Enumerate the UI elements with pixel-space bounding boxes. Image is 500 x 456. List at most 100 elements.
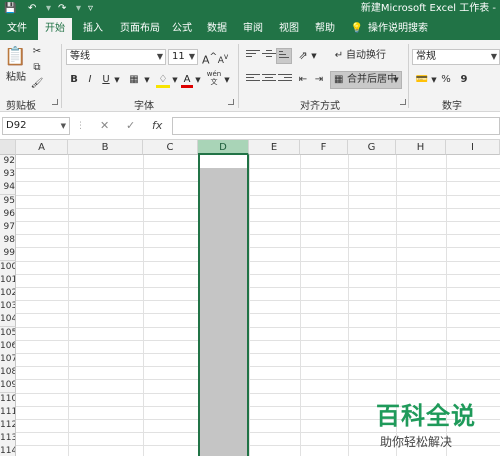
align-middle-icon[interactable] (262, 50, 276, 62)
increase-indent-icon[interactable]: ⇥ (312, 72, 326, 88)
selected-column-d[interactable] (198, 155, 249, 456)
row-header[interactable]: 95 (0, 194, 16, 209)
row-header[interactable]: 109 (0, 379, 16, 394)
chevron-down-icon[interactable]: ▼ (392, 72, 400, 88)
row-header[interactable]: 112 (0, 419, 16, 433)
save-icon[interactable]: 💾 (4, 2, 16, 16)
italic-button[interactable]: I (84, 72, 96, 88)
percent-style-button[interactable]: % (440, 72, 452, 88)
align-right-icon[interactable] (278, 74, 292, 86)
column-header-e[interactable]: E (249, 140, 300, 155)
column-header-g[interactable]: G (348, 140, 396, 155)
accounting-format-icon[interactable]: 💳 (414, 72, 430, 88)
alignment-dialog-launcher[interactable] (400, 99, 406, 105)
row-header[interactable]: 97 (0, 221, 16, 235)
cancel-icon[interactable]: ✕ (100, 117, 109, 135)
chevron-down-icon[interactable]: ▼ (310, 48, 318, 64)
fill-color-icon[interactable]: ♢ (156, 72, 170, 88)
redo-icon[interactable]: ↷ (58, 2, 66, 16)
wrap-text-icon[interactable]: ↵ (332, 48, 346, 64)
tab-file[interactable]: 文件 (0, 18, 34, 40)
grow-font-button[interactable]: A^ (202, 49, 217, 67)
row-header[interactable]: 103 (0, 300, 16, 315)
row-header[interactable]: 98 (0, 234, 16, 249)
row-header[interactable]: 107 (0, 353, 16, 367)
orientation-icon[interactable]: ⇗ (296, 48, 310, 64)
confirm-icon[interactable]: ✓ (126, 117, 135, 135)
row-header[interactable]: 105 (0, 326, 16, 341)
align-center-icon[interactable] (262, 74, 276, 86)
insert-function-icon[interactable]: fx (152, 117, 162, 135)
shrink-font-button[interactable]: Av (217, 49, 229, 66)
row-header[interactable]: 114 (0, 445, 16, 456)
align-bottom-icon[interactable] (276, 48, 292, 64)
tab-insert[interactable]: 插入 (76, 18, 110, 40)
tab-home[interactable]: 开始 (38, 18, 72, 40)
tab-data[interactable]: 数据 (202, 18, 232, 40)
column-header-a[interactable]: A (16, 140, 68, 155)
font-dialog-launcher[interactable] (228, 99, 234, 105)
row-header[interactable]: 92 (0, 155, 16, 169)
font-name-select[interactable]: 等线 ▼ (66, 49, 166, 65)
tab-page-layout[interactable]: 页面布局 (114, 18, 166, 40)
decrease-indent-icon[interactable]: ⇤ (296, 72, 310, 88)
chevron-down-icon[interactable]: ▼ (430, 72, 438, 88)
column-header-c[interactable]: C (143, 140, 198, 155)
wrap-text-button[interactable]: 自动换行 (346, 48, 386, 64)
comma-style-button[interactable]: 9 (458, 72, 470, 88)
format-painter-icon[interactable]: 🖌 (30, 76, 44, 92)
column-header-h[interactable]: H (396, 140, 446, 155)
row-header[interactable]: 113 (0, 432, 16, 447)
paste-icon[interactable]: 📋 (4, 44, 26, 70)
active-cell-d92[interactable] (200, 155, 247, 168)
row-header[interactable]: 102 (0, 287, 16, 301)
copy-icon[interactable]: ⧉ (30, 60, 44, 76)
number-format-select[interactable]: 常规 ▼ (412, 49, 500, 65)
phonetic-guide-button[interactable]: wén 文 (206, 70, 222, 86)
chevron-down-icon[interactable]: ▼ (223, 72, 231, 88)
clipboard-dialog-launcher[interactable] (52, 99, 58, 105)
row-header[interactable]: 104 (0, 313, 16, 328)
row-header[interactable]: 101 (0, 273, 16, 288)
column-header-i[interactable]: I (446, 140, 500, 155)
row-header[interactable]: 100 (0, 260, 16, 275)
chevron-down-icon[interactable]: ▼ (143, 72, 151, 88)
column-header-b[interactable]: B (68, 140, 143, 155)
borders-icon[interactable]: ▦ (126, 72, 142, 88)
tell-me-search[interactable]: 操作说明搜索 (368, 18, 438, 40)
font-color-icon[interactable]: A (181, 72, 193, 88)
row-header[interactable]: 94 (0, 181, 16, 196)
tab-review[interactable]: 审阅 (238, 18, 268, 40)
formula-input[interactable] (172, 117, 500, 135)
select-all-corner[interactable] (0, 140, 16, 155)
undo-dropdown-icon[interactable]: ▾ (46, 2, 51, 16)
redo-dropdown-icon[interactable]: ▾ (76, 2, 81, 16)
row-header[interactable]: 106 (0, 339, 16, 354)
paste-button[interactable]: 粘贴 (4, 70, 28, 86)
underline-button[interactable]: U (100, 72, 112, 88)
cut-icon[interactable]: ✂ (30, 44, 44, 60)
column-header-d[interactable]: D (198, 140, 249, 155)
row-header[interactable]: 111 (0, 405, 16, 420)
chevron-down-icon[interactable]: ▼ (113, 72, 121, 88)
row-header[interactable]: 93 (0, 168, 16, 183)
align-top-icon[interactable] (246, 50, 260, 62)
customize-toolbar-icon[interactable]: ▿ (88, 2, 93, 16)
chevron-down-icon[interactable]: ▼ (194, 72, 202, 88)
row-header[interactable]: 96 (0, 207, 16, 222)
align-left-icon[interactable] (246, 74, 260, 86)
tab-help[interactable]: 帮助 (310, 18, 340, 40)
tab-formulas[interactable]: 公式 (168, 18, 196, 40)
column-header-f[interactable]: F (300, 140, 348, 155)
row-header[interactable]: 110 (0, 392, 16, 407)
bold-button[interactable]: B (68, 72, 80, 88)
more-options-icon[interactable]: ⋮ (76, 121, 85, 131)
row-header[interactable]: 99 (0, 247, 16, 262)
name-box[interactable]: D92 ▼ (2, 117, 70, 135)
row-header[interactable]: 108 (0, 366, 16, 381)
chevron-down-icon[interactable]: ▼ (171, 72, 179, 88)
lightbulb-icon[interactable]: 💡 (348, 18, 366, 40)
undo-icon[interactable]: ↶ (28, 2, 36, 16)
font-size-select[interactable]: 11 ▼ (168, 49, 198, 65)
tab-view[interactable]: 视图 (274, 18, 304, 40)
